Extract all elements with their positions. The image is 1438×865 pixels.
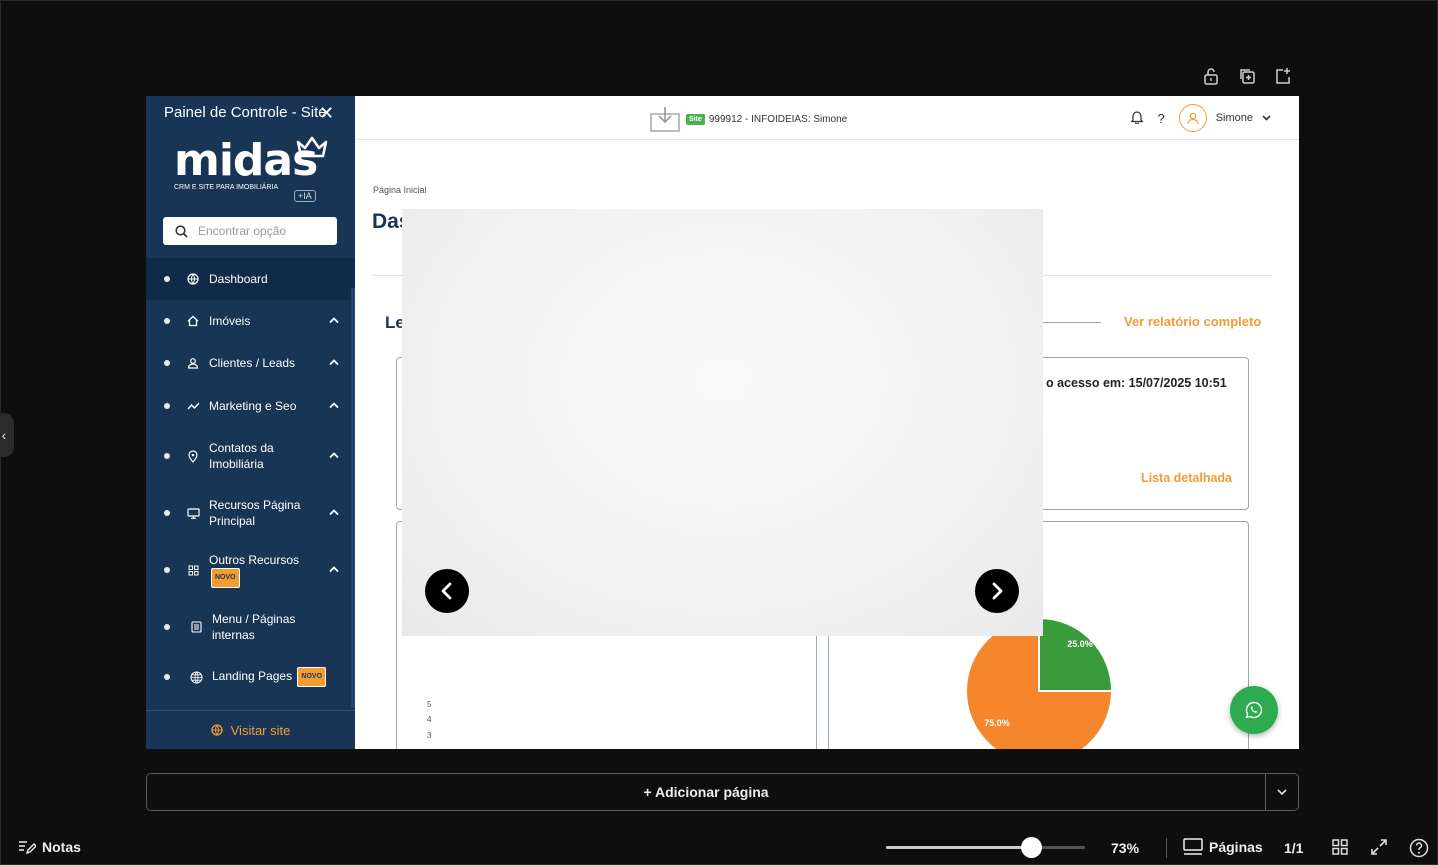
zoom-slider-fill (886, 846, 1032, 849)
document-icon (189, 621, 203, 633)
whatsapp-icon (1245, 701, 1263, 719)
download-icon[interactable] (650, 106, 682, 132)
sidebar-item-marketing[interactable]: Marketing e Seo (146, 384, 355, 428)
user-name: Simone (1215, 112, 1253, 124)
sidebar-search[interactable] (163, 217, 337, 245)
notes-button[interactable]: Notas (18, 839, 81, 855)
help-button[interactable]: ? (1157, 111, 1164, 126)
sidebar-item-menu-paginas[interactable]: Menu / Páginas internas (146, 598, 355, 656)
full-report-link[interactable]: Ver relatório completo (1124, 314, 1261, 329)
pie-slice[interactable] (1038, 616, 1114, 692)
header-actions: ? Simone (1130, 104, 1271, 132)
chevron-down-icon (1277, 789, 1287, 795)
sidebar-title: Painel de Controle - Site (164, 104, 327, 121)
add-page-button[interactable]: + Adicionar página (147, 774, 1265, 810)
y-tick: 5 (427, 700, 432, 709)
sidebar-item-outros[interactable]: Outros Recursos NOVO (146, 542, 355, 598)
monitor-icon (186, 507, 200, 519)
grid-view-icon[interactable] (1331, 838, 1349, 861)
status-bar: Notas 73% Páginas 1/1 (0, 830, 1438, 865)
trend-icon (186, 401, 200, 411)
fullscreen-icon[interactable] (1370, 838, 1388, 861)
search-input[interactable] (198, 224, 318, 238)
top-header: Site 999912 - INFOIDEIAS: Simone ? Simon… (355, 96, 1299, 140)
next-button[interactable] (975, 569, 1019, 613)
crown-icon (296, 136, 328, 158)
chevron-up-icon (329, 508, 339, 519)
chevron-down-icon (1262, 115, 1271, 121)
grid-icon (186, 565, 200, 576)
chevron-right-icon (992, 582, 1003, 600)
visit-site-button[interactable]: Visitar site (146, 710, 355, 749)
divider (1041, 322, 1101, 323)
globe-icon (186, 273, 200, 285)
y-tick: 4 (427, 715, 432, 724)
add-page-bar: + Adicionar página (146, 773, 1299, 811)
sidebar-item-dashboard[interactable]: Dashboard (146, 258, 355, 300)
last-access-text: o acesso em: 15/07/2025 10:51 (1046, 376, 1227, 390)
whatsapp-button[interactable] (1230, 686, 1278, 734)
chevron-up-icon (329, 401, 339, 412)
site-tag: Site (686, 113, 705, 125)
page-canvas: Painel de Controle - Site ✕ midas CRM E … (146, 96, 1299, 749)
pie-label: 25.0% (1067, 639, 1093, 649)
sidebar-item-recursos[interactable]: Recursos Página Principal (146, 484, 355, 542)
account-info: Site 999912 - INFOIDEIAS: Simone (650, 106, 847, 132)
zoom-slider-handle[interactable] (1020, 837, 1042, 858)
midas-logo: midas CRM E SITE PARA IMOBILIÁRIA +IA (174, 136, 334, 206)
zoom-level[interactable]: 73% (1111, 840, 1139, 856)
duplicate-page-icon[interactable] (1238, 66, 1256, 86)
chevron-left-icon (441, 582, 452, 600)
chevron-up-icon (329, 358, 339, 369)
chevron-up-icon (329, 565, 339, 576)
image-popup (402, 209, 1043, 636)
add-page-dropdown[interactable] (1265, 774, 1298, 810)
y-tick: 3 (427, 731, 432, 740)
notes-icon (19, 841, 36, 855)
user-icon (186, 357, 200, 369)
sidebar: Painel de Controle - Site ✕ midas CRM E … (146, 96, 355, 749)
pie-label: 75.0% (984, 718, 1010, 728)
chevron-up-icon (329, 316, 339, 327)
pages-button[interactable]: Páginas (1183, 838, 1263, 856)
avatar (1178, 104, 1207, 132)
zoom-slider[interactable] (886, 837, 1085, 858)
bell-icon[interactable] (1130, 110, 1145, 127)
user-menu[interactable]: Simone (1178, 104, 1271, 132)
divider (1166, 838, 1167, 858)
close-icon[interactable]: ✕ (319, 104, 334, 122)
account-label: 999912 - INFOIDEIAS: Simone (708, 113, 848, 125)
pages-icon (1183, 838, 1203, 855)
home-icon (186, 315, 200, 327)
search-icon (175, 224, 188, 238)
sidebar-scrollbar[interactable] (351, 288, 355, 708)
location-pin-icon (186, 449, 200, 463)
lock-icon[interactable] (1202, 66, 1220, 86)
detailed-list-link[interactable]: Lista detalhada (1141, 471, 1232, 485)
chevron-up-icon (329, 451, 339, 462)
sidebar-menu: Dashboard Imóveis Clientes / Leads Marke… (146, 258, 355, 698)
add-page-icon[interactable] (1274, 66, 1292, 86)
page-toolbar (1202, 66, 1292, 86)
sidebar-item-landing-pages[interactable]: Landing Pages NOVO (146, 656, 355, 698)
help-icon[interactable] (1409, 838, 1429, 863)
sidebar-item-contatos[interactable]: Contatos da Imobiliária (146, 428, 355, 484)
breadcrumb[interactable]: Página Inicial (373, 185, 427, 195)
new-badge: NOVO (297, 667, 327, 687)
globe-outline-icon (189, 671, 203, 684)
previous-button[interactable] (425, 569, 469, 613)
page-indicator: 1/1 (1284, 840, 1304, 856)
collapse-panel-tab[interactable]: ‹ (0, 413, 14, 457)
sidebar-item-clientes[interactable]: Clientes / Leads (146, 342, 355, 384)
new-badge: NOVO (211, 568, 240, 588)
globe-icon (210, 724, 223, 736)
sidebar-item-imoveis[interactable]: Imóveis (146, 300, 355, 342)
